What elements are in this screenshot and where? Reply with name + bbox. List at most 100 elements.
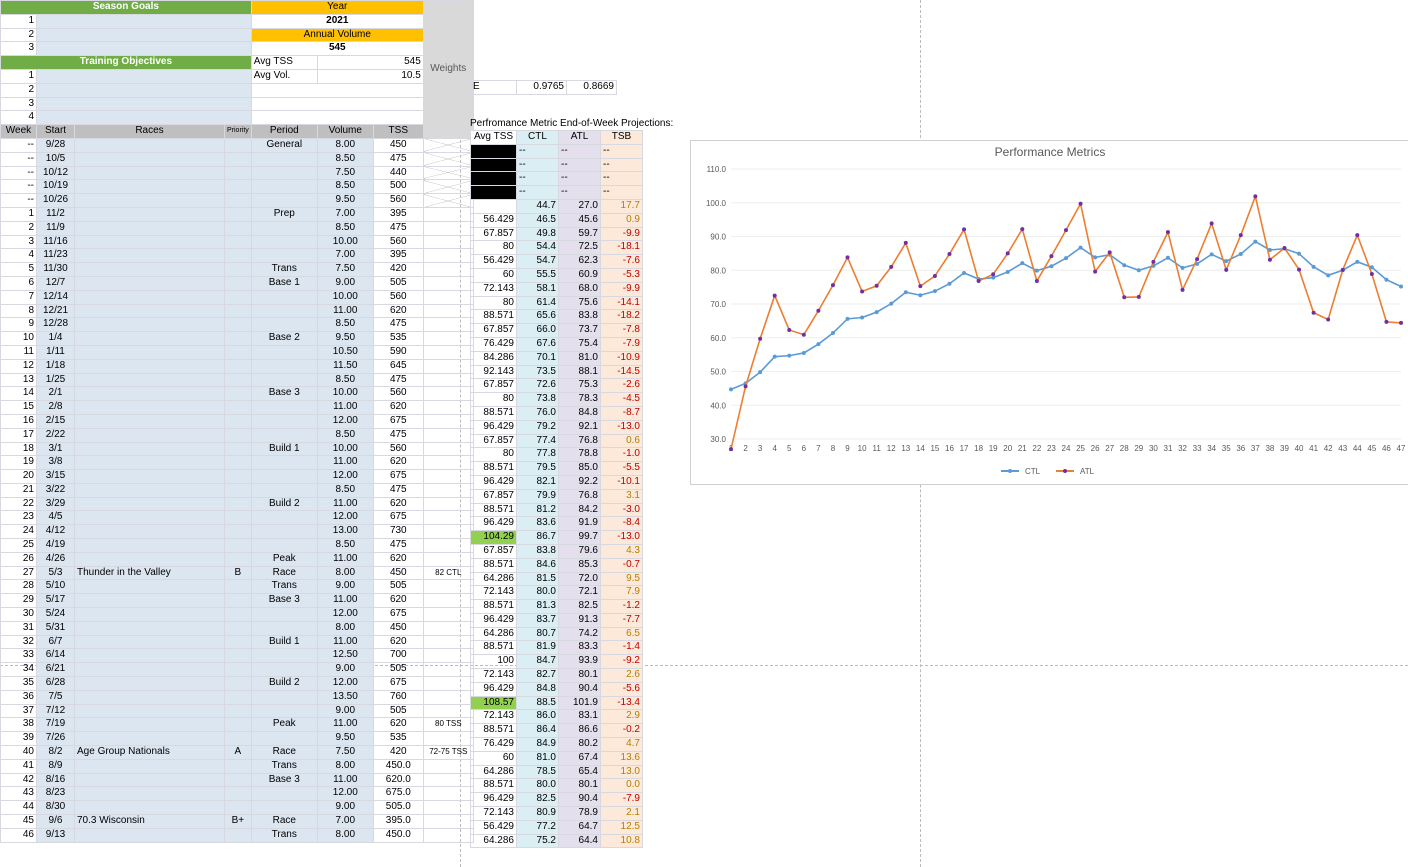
table-row[interactable]: 12 1/18 11.50 645 [1,359,474,373]
plan-table[interactable]: Season Goals Year Weights 1 2021 2 Annua… [0,0,474,843]
table-row[interactable]: 3 11/16 10.00 560 [1,235,474,249]
const-ctl[interactable]: 0.9765 [517,81,567,95]
hdr-priority: Priority [225,125,252,139]
svg-text:35: 35 [1222,444,1231,453]
annual-vol-value[interactable]: 545 [251,42,423,56]
table-row[interactable]: 27 5/3 Thunder in the Valley B Race 8.00… [1,566,474,580]
svg-text:29: 29 [1134,444,1143,453]
svg-text:30: 30 [1149,444,1158,453]
table-row[interactable]: -- 10/12 7.50 440 [1,166,474,180]
table-row[interactable]: -- 10/26 9.50 560 [1,194,474,208]
svg-text:60.0: 60.0 [710,334,726,343]
svg-text:5: 5 [787,444,792,453]
table-row[interactable]: 21 3/22 8.50 475 [1,483,474,497]
table-row[interactable]: 26 4/26 Peak 11.00 620 [1,552,474,566]
table-row[interactable]: 5 11/30 Trans 7.50 420 [1,263,474,277]
svg-text:45: 45 [1367,444,1376,453]
table-row[interactable]: 34 6/21 9.00 505 [1,663,474,677]
svg-text:CTL: CTL [1025,467,1041,476]
table-row[interactable]: 18 3/1 Build 1 10.00 560 [1,442,474,456]
table-row[interactable]: 32 6/7 Build 1 11.00 620 [1,635,474,649]
year-header: Year [251,1,423,15]
table-row: 72.143 80.9 78.9 2.1 [471,807,643,821]
table-row[interactable]: 14 2/1 Base 3 10.00 560 [1,387,474,401]
table-row: 72.143 80.0 72.1 7.9 [471,586,643,600]
table-row[interactable]: 4 11/23 7.00 395 [1,249,474,263]
table-row[interactable]: 19 3/8 11.00 620 [1,456,474,470]
spreadsheet-canvas[interactable]: Season Goals Year Weights 1 2021 2 Annua… [0,0,1408,867]
table-row: 76.429 84.9 80.2 4.7 [471,738,643,752]
table-row[interactable]: 42 8/16 Base 3 11.00 620.0 [1,773,474,787]
table-row[interactable]: 8 12/21 11.00 620 [1,304,474,318]
table-row[interactable]: 9 12/28 8.50 475 [1,318,474,332]
table-row: 96.429 79.2 92.1 -13.0 [471,420,643,434]
table-row[interactable]: 22 3/29 Build 2 11.00 620 [1,497,474,511]
table-row[interactable]: -- 9/28 General 8.00 450 [1,138,474,152]
table-row[interactable]: 46 9/13 Trans 8.00 450.0 [1,828,474,842]
table-row[interactable]: 16 2/15 12.00 675 [1,414,474,428]
table-row[interactable]: 43 8/23 12.00 675.0 [1,787,474,801]
table-row[interactable]: 7 12/14 10.00 560 [1,290,474,304]
table-row[interactable]: 36 7/5 13.50 760 [1,690,474,704]
table-row[interactable]: 23 4/5 12.00 675 [1,511,474,525]
table-row: 67.857 49.8 59.7 -9.9 [471,227,643,241]
svg-text:3: 3 [758,444,763,453]
svg-text:ATL: ATL [1080,467,1095,476]
table-row[interactable]: 38 7/19 Peak 11.00 620 80 TSS [1,718,474,732]
svg-text:44: 44 [1353,444,1362,453]
svg-text:15: 15 [930,444,939,453]
const-atl[interactable]: 0.8669 [567,81,617,95]
table-row[interactable]: 2 11/9 8.50 475 [1,221,474,235]
table-row: 72.143 58.1 68.0 -9.9 [471,282,643,296]
table-row[interactable]: 29 5/17 Base 3 11.00 620 [1,594,474,608]
hdr-atl: ATL [559,131,601,145]
table-row[interactable]: 44 8/30 9.00 505.0 [1,801,474,815]
svg-text:23: 23 [1047,444,1056,453]
table-row: 88.571 79.5 85.0 -5.5 [471,462,643,476]
performance-chart[interactable]: Performance Metrics 30.040.050.060.070.0… [690,140,1408,485]
table-row[interactable]: 35 6/28 Build 2 12.00 675 [1,677,474,691]
table-row[interactable]: 17 2/22 8.50 475 [1,428,474,442]
svg-text:80.0: 80.0 [710,266,726,275]
table-row[interactable]: 1 11/2 Prep 7.00 395 [1,207,474,221]
svg-text:37: 37 [1251,444,1260,453]
svg-text:16: 16 [945,444,954,453]
table-row[interactable]: 24 4/12 13.00 730 [1,525,474,539]
table-row[interactable]: 10 1/4 Base 2 9.50 535 [1,332,474,346]
table-row[interactable]: 6 12/7 Base 1 9.00 505 [1,276,474,290]
table-row[interactable]: 37 7/12 9.00 505 [1,704,474,718]
row-year[interactable]: 1 2021 [1,14,474,28]
table-row: ------ [471,144,643,158]
table-row[interactable]: 31 5/31 8.00 450 [1,621,474,635]
projections-table[interactable]: Avg TSS CTL ATL TSB --------------------… [470,130,643,848]
constants-table[interactable]: E 0.9765 0.8669 [470,80,617,95]
table-row[interactable]: -- 10/5 8.50 475 [1,152,474,166]
year-value[interactable]: 2021 [251,14,423,28]
table-row[interactable]: 11 1/11 10.50 590 [1,345,474,359]
table-row: 72.143 82.7 80.1 2.6 [471,669,643,683]
svg-text:19: 19 [989,444,998,453]
table-row: 88.571 86.4 86.6 -0.2 [471,724,643,738]
row-annual-vol-value[interactable]: 3 545 [1,42,474,56]
table-row[interactable]: 30 5/24 12.00 675 [1,608,474,622]
table-row[interactable]: 39 7/26 9.50 535 [1,732,474,746]
table-row[interactable]: 45 9/6 70.3 Wisconsin B+ Race 7.00 395.0 [1,815,474,829]
table-row: 56.429 46.5 45.6 0.9 [471,213,643,227]
table-row: 76.429 67.6 75.4 -7.9 [471,337,643,351]
table-row[interactable]: 13 1/25 8.50 475 [1,373,474,387]
table-row: 80 54.4 72.5 -18.1 [471,241,643,255]
table-row[interactable]: 20 3/15 12.00 675 [1,470,474,484]
table-row[interactable]: 40 8/2 Age Group Nationals A Race 7.50 4… [1,746,474,760]
table-row[interactable]: 41 8/9 Trans 8.00 450.0 [1,759,474,773]
column-headers: Week Start Races Priority Period Volume … [1,125,474,139]
table-row[interactable]: 25 4/19 8.50 475 [1,539,474,553]
table-row[interactable]: 15 2/8 11.00 620 [1,401,474,415]
table-row[interactable]: -- 10/19 8.50 500 [1,180,474,194]
table-row: 44.7 27.0 17.7 [471,199,643,213]
weights-label: Weights [423,1,473,139]
table-row[interactable]: 28 5/10 Trans 9.00 505 [1,580,474,594]
table-row: ------ [471,158,643,172]
table-row[interactable]: 33 6/14 12.50 700 [1,649,474,663]
svg-text:17: 17 [960,444,969,453]
row-avg-vol: 1 Avg Vol. 10.5 [1,69,474,83]
